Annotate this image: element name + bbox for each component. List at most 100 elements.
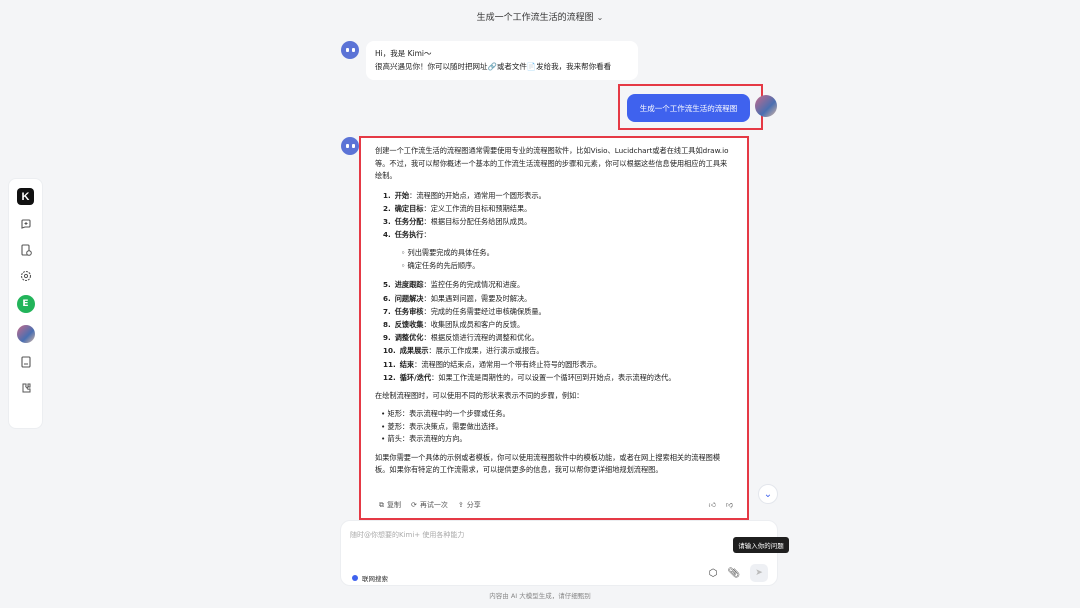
shapes-list: 矩形：表示流程中的一个步骤或任务。菱形：表示决策点，需要做出选择。箭头：表示流程…: [381, 408, 733, 446]
step-number: 2.: [383, 203, 391, 213]
step-title: 成果展示: [399, 346, 429, 356]
history-icon[interactable]: [19, 243, 33, 257]
answer-intro: 创建一个工作流生活的流程图通常需要使用专业的流程图软件，比如Visio、Luci…: [375, 146, 729, 180]
scroll-down-button[interactable]: ⌄: [758, 484, 778, 504]
send-button[interactable]: ➤: [750, 564, 768, 582]
step-number: 1.: [383, 190, 391, 200]
disclaimer: 内容由 AI 大模型生成，请仔细甄别: [489, 592, 591, 600]
chevron-down-icon: ⌄: [596, 13, 604, 22]
retry-button[interactable]: ⟳ 再试一次: [411, 499, 448, 512]
chat-input-box[interactable]: 随时@你想要的Kimi+ 使用各种能力 联网搜索 ⬡ 📎︎ ➤: [340, 520, 778, 586]
step-number: 7.: [383, 306, 391, 316]
step-number: 6.: [383, 293, 391, 303]
step-text: ：如果工作流是周期性的，可以设置一个循环回到开始点，表示流程的迭代。: [431, 372, 676, 382]
user-avatar: [755, 95, 777, 117]
greeting-line-1: Hi，我是 Kimi～: [375, 49, 432, 58]
cube-icon[interactable]: ⬡: [709, 568, 718, 579]
kimi-logo[interactable]: K: [17, 188, 34, 205]
answer-outro: 如果你需要一个具体的示例或者模板，你可以使用流程图软件中的模板功能，或者在网上搜…: [375, 452, 721, 475]
attachment-icon[interactable]: 📎︎: [727, 568, 740, 579]
step-title: 进度跟踪: [394, 280, 424, 290]
send-tooltip: 请输入你的问题: [733, 537, 789, 553]
step-text: ：根据目标分配任务给团队成员。: [423, 216, 532, 226]
step-text: ：定义工作流的目标和预期结果。: [423, 203, 532, 213]
step-title: 任务审核: [394, 306, 424, 316]
user-message: 生成一个工作流生活的流程图: [627, 94, 750, 122]
step-text: ：流程图的开始点，通常用一个圆形表示。: [409, 190, 546, 200]
step-text: ：监控任务的完成情况和进度。: [423, 280, 525, 290]
refresh-icon: ⟳: [411, 500, 417, 509]
step-title: 任务执行: [394, 230, 424, 240]
step-text: ：: [423, 230, 431, 240]
step-item: 5. 进度跟踪：监控任务的完成情况和进度。: [383, 278, 733, 291]
step-item: 1. 开始：流程图的开始点，通常用一个圆形表示。: [383, 189, 733, 202]
assistant-answer: 创建一个工作流生活的流程图通常需要使用专业的流程图软件，比如Visio、Luci…: [359, 136, 749, 520]
substeps-list: 列出需要完成的具体任务。确定任务的先后顺序。: [401, 247, 733, 272]
answer-actions: ⧉ 复制 ⟳ 再试一次 ⇪ 分享 👍︎ 👎︎: [379, 499, 733, 511]
step-number: 8.: [383, 319, 391, 329]
step-text: ：收集团队成员和客户的反馈。: [423, 319, 525, 329]
greeting-message: Hi，我是 Kimi～ 很高兴遇见你！你可以随时把网址🔗或者文件📄发给我，我来帮…: [366, 41, 638, 80]
doc-icon[interactable]: [19, 355, 33, 369]
plugin-icon[interactable]: [19, 381, 33, 395]
shape-item: 菱形：表示决策点，需要做出选择。: [381, 421, 733, 434]
step-title: 问题解决: [394, 293, 424, 303]
step-text: ：展示工作成果，进行演示或报告。: [428, 346, 544, 356]
kimi-avatar-icon: [341, 137, 359, 155]
step-item: 10. 成果展示：展示工作成果，进行演示或报告。: [383, 344, 733, 357]
new-chat-icon[interactable]: [19, 217, 33, 231]
step-item: 9. 调整优化：根据反馈进行流程的调整和优化。: [383, 331, 733, 344]
step-number: 3.: [383, 216, 391, 226]
share-button[interactable]: ⇪ 分享: [458, 499, 481, 512]
avatar[interactable]: [16, 325, 35, 343]
step-item: 2. 确定目标：定义工作流的目标和预期结果。: [383, 202, 733, 215]
app-icon[interactable]: E: [16, 295, 35, 313]
chat-input-placeholder: 随时@你想要的Kimi+ 使用各种能力: [350, 531, 465, 539]
step-item: 4. 任务执行：: [383, 228, 733, 241]
step-text: ：流程图的结束点，通常用一个带有终止符号的圆形表示。: [414, 359, 602, 369]
send-icon: ➤: [755, 568, 763, 578]
step-text: ：根据反馈进行流程的调整和优化。: [423, 333, 539, 343]
step-number: 12.: [383, 372, 396, 382]
thumbs-up-icon[interactable]: 👍︎: [709, 499, 716, 512]
web-search-toggle[interactable]: 联网搜索: [352, 573, 388, 583]
step-title: 任务分配: [394, 216, 424, 226]
sidebar-rail: K E: [8, 178, 43, 429]
copy-button[interactable]: ⧉ 复制: [379, 499, 401, 512]
step-text: ：如果遇到问题，需要及时解决。: [423, 293, 532, 303]
toggle-dot-icon: [352, 575, 358, 581]
substep-item: 列出需要完成的具体任务。: [401, 247, 733, 260]
thumbs-down-icon[interactable]: 👎︎: [726, 499, 733, 512]
step-item: 3. 任务分配：根据目标分配任务给团队成员。: [383, 215, 733, 228]
step-item: 8. 反馈收集：收集团队成员和客户的反馈。: [383, 318, 733, 331]
greeting-line-2: 很高兴遇见你！你可以随时把网址🔗或者文件📄发给我，我来帮你看看: [375, 62, 612, 71]
step-title: 循环/迭代: [399, 372, 432, 382]
steps-list-continued: 5. 进度跟踪：监控任务的完成情况和进度。 6. 问题解决：如果遇到问题，需要及时解决…: [383, 278, 733, 384]
conversation-title-text: 生成一个工作流生活的流程图: [476, 13, 594, 23]
kimi-avatar-icon: [341, 41, 359, 59]
settings-icon[interactable]: [19, 269, 33, 283]
step-title: 反馈收集: [394, 319, 424, 329]
step-number: 11.: [383, 359, 396, 369]
step-title: 开始: [394, 190, 410, 200]
step-item: 6. 问题解决：如果遇到问题，需要及时解决。: [383, 292, 733, 305]
share-icon: ⇪: [457, 500, 464, 509]
conversation-title[interactable]: 生成一个工作流生活的流程图 ⌄: [0, 10, 1080, 23]
step-number: 10.: [383, 346, 396, 356]
step-number: 5.: [383, 280, 391, 290]
shapes-intro: 在绘制流程图时，可以使用不同的形状来表示不同的步骤，例如：: [375, 390, 584, 400]
substep-item: 确定任务的先后顺序。: [401, 260, 733, 273]
step-title: 确定目标: [394, 203, 424, 213]
shape-item: 箭头：表示流程的方向。: [381, 433, 733, 446]
copy-icon: ⧉: [379, 500, 384, 509]
steps-list: 1. 开始：流程图的开始点，通常用一个圆形表示。 2. 确定目标：定义工作流的目标和预…: [383, 189, 733, 242]
shape-item: 矩形：表示流程中的一个步骤或任务。: [381, 408, 733, 421]
step-number: 4.: [383, 230, 391, 240]
step-text: ：完成的任务需要经过审核确保质量。: [423, 306, 546, 316]
double-chevron-down-icon: ⌄: [763, 488, 773, 500]
step-item: 12. 循环/迭代：如果工作流是周期性的，可以设置一个循环回到开始点，表示流程的迭…: [383, 371, 733, 384]
step-number: 9.: [383, 333, 391, 343]
step-title: 结束: [399, 359, 415, 369]
step-title: 调整优化: [394, 333, 424, 343]
step-item: 11. 结束：流程图的结束点，通常用一个带有终止符号的圆形表示。: [383, 358, 733, 371]
